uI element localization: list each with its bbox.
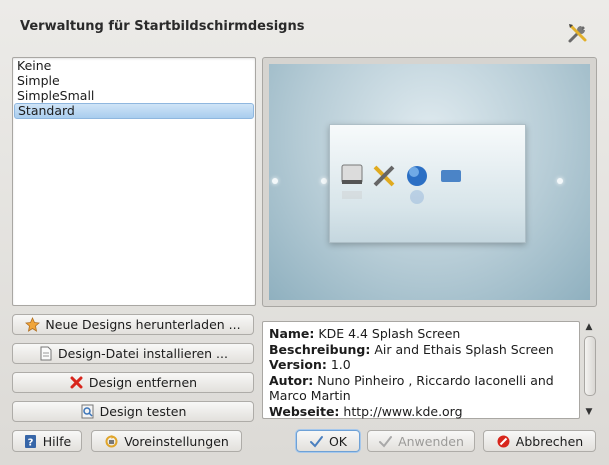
info-scrollbar[interactable]: ▲ ▼ [582,321,596,419]
info-version-line: Version: 1.0 [269,357,351,372]
scroll-thumb[interactable] [584,336,596,396]
ok-button[interactable]: OK [296,430,360,452]
checkmark-icon [378,434,393,449]
design-info-panel: Name: KDE 4.4 Splash Screen Beschreibung… [262,321,580,419]
cancel-label: Abbrechen [515,433,584,449]
info-description-line: Beschreibung: Air and Ethais Splash Scre… [269,341,554,357]
delete-x-icon [69,375,84,390]
cancel-button[interactable]: Abbrechen [483,430,596,452]
defaults-icon [104,434,119,449]
checkmark-icon [309,434,324,449]
install-design-file-button[interactable]: Design-Datei installieren ... [12,343,254,364]
remove-design-label: Design entfernen [88,375,198,390]
info-website-line: Webseite: http://www.kde.org [269,403,463,419]
splash-box [329,124,526,243]
tools-icon [566,21,590,45]
list-item[interactable]: Simple [13,73,255,88]
theme-list[interactable]: Keine Simple SimpleSmall Standard [12,57,256,306]
dialog-title: Verwaltung für Startbildschirmdesigns [20,19,305,34]
star-icon [25,317,41,332]
defaults-label: Voreinstellungen [124,433,229,449]
test-design-label: Design testen [99,404,187,419]
help-icon: ? [23,434,38,449]
download-designs-label: Neue Designs herunterladen ... [45,317,241,332]
scroll-down-icon[interactable]: ▼ [584,407,594,417]
preview-frame [262,57,597,307]
help-button[interactable]: ? Hilfe [12,430,82,452]
document-icon [38,346,53,361]
splash-preview-image [269,64,590,300]
preview-dot [321,178,327,184]
apply-label: Anwenden [398,433,464,449]
remove-design-button[interactable]: Design entfernen [12,372,254,393]
preview-icon [80,404,95,419]
help-label: Hilfe [42,433,72,449]
preview-dot [557,178,563,184]
apply-button[interactable]: Anwenden [367,430,475,452]
info-author-line: Autor: Nuno Pinheiro , Riccardo Iaconell… [269,372,554,404]
list-item-selected[interactable]: Standard [14,103,254,119]
info-name-line: Name: KDE 4.4 Splash Screen [269,326,461,341]
cancel-icon [496,434,511,449]
preview-dot [272,178,278,184]
download-designs-button[interactable]: Neue Designs herunterladen ... [12,314,254,335]
scroll-up-icon[interactable]: ▲ [584,322,594,332]
test-design-button[interactable]: Design testen [12,401,254,422]
list-item[interactable]: SimpleSmall [13,88,255,103]
list-item[interactable]: Keine [13,58,255,73]
install-design-file-label: Design-Datei installieren ... [58,346,228,361]
ok-label: OK [328,433,348,449]
svg-text:?: ? [27,437,33,448]
splash-icons [341,164,461,204]
defaults-button[interactable]: Voreinstellungen [91,430,242,452]
